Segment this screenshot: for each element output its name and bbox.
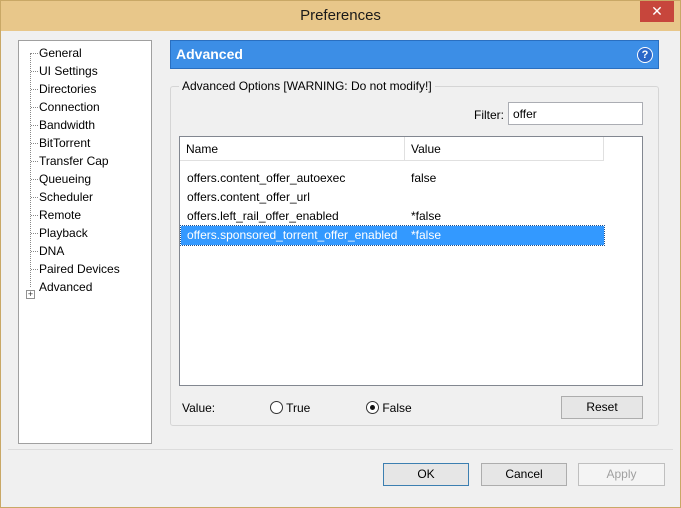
tree-item-remote[interactable]: Remote [31, 206, 81, 224]
option-value: *false [411, 228, 442, 242]
option-value: false [411, 171, 437, 185]
radio-true-circle[interactable] [270, 401, 283, 414]
dialog-body: General UI Settings Directories Connecti… [8, 31, 673, 501]
expand-icon[interactable]: + [26, 290, 35, 299]
radio-false-circle[interactable] [366, 401, 379, 414]
option-name: offers.left_rail_offer_enabled [187, 209, 339, 223]
tree-item-playback[interactable]: Playback [31, 224, 88, 242]
radio-false[interactable]: False [366, 401, 412, 417]
tree-item-advanced[interactable]: Advanced [39, 278, 92, 296]
filter-label: Filter: [474, 108, 504, 122]
group-label: Advanced Options [WARNING: Do not modify… [179, 79, 435, 93]
tree-item-paired-devices[interactable]: Paired Devices [31, 260, 120, 278]
footer-separator [8, 449, 673, 450]
window-title: Preferences [300, 7, 381, 24]
tree-item-bittorrent[interactable]: BitTorrent [31, 134, 90, 152]
list-row-selected[interactable]: offers.sponsored_torrent_offer_enabled *… [180, 225, 605, 246]
radio-false-label: False [382, 401, 412, 415]
option-name: offers.content_offer_url [187, 190, 310, 204]
list-row[interactable]: offers.content_offer_url [181, 188, 604, 207]
option-name: offers.content_offer_autoexec [187, 171, 346, 185]
close-button[interactable]: ✕ [640, 1, 674, 22]
list-row[interactable]: offers.content_offer_autoexec false [181, 169, 604, 188]
apply-button[interactable]: Apply [578, 463, 665, 486]
options-list[interactable]: Name Value offers.content_offer_autoexec… [179, 136, 643, 386]
help-icon[interactable]: ? [637, 47, 653, 63]
tree-item-transfer-cap[interactable]: Transfer Cap [31, 152, 109, 170]
title-bar[interactable]: Preferences ✕ [1, 1, 680, 31]
cancel-button[interactable]: Cancel [481, 463, 567, 486]
section-title: Advanced [176, 46, 243, 62]
column-header-value[interactable]: Value [405, 137, 604, 161]
option-name: offers.sponsored_torrent_offer_enabled [187, 228, 398, 242]
tree-item-directories[interactable]: Directories [31, 80, 96, 98]
ok-button[interactable]: OK [383, 463, 469, 486]
value-label: Value: [182, 401, 216, 415]
radio-true[interactable]: True [270, 401, 310, 417]
tree-item-scheduler[interactable]: Scheduler [31, 188, 93, 206]
tree-item-ui-settings[interactable]: UI Settings [31, 62, 98, 80]
column-header-name[interactable]: Name [180, 137, 405, 161]
preferences-window: Preferences ✕ General UI Settings Direct… [0, 0, 681, 508]
tree-item-general[interactable]: General [31, 44, 82, 62]
tree-item-queueing[interactable]: Queueing [31, 170, 91, 188]
filter-input[interactable] [508, 102, 643, 125]
option-value: *false [411, 209, 442, 223]
category-tree[interactable]: General UI Settings Directories Connecti… [18, 40, 152, 444]
reset-button[interactable]: Reset [561, 396, 643, 419]
section-header: Advanced ? [170, 40, 659, 69]
tree-item-connection[interactable]: Connection [31, 98, 100, 116]
list-header: Name Value [180, 137, 604, 161]
advanced-options-group: Advanced Options [WARNING: Do not modify… [170, 79, 659, 426]
list-row[interactable]: offers.left_rail_offer_enabled *false [181, 207, 604, 226]
tree-item-bandwidth[interactable]: Bandwidth [31, 116, 95, 134]
tree-item-dna[interactable]: DNA [31, 242, 64, 260]
radio-true-label: True [286, 401, 311, 415]
